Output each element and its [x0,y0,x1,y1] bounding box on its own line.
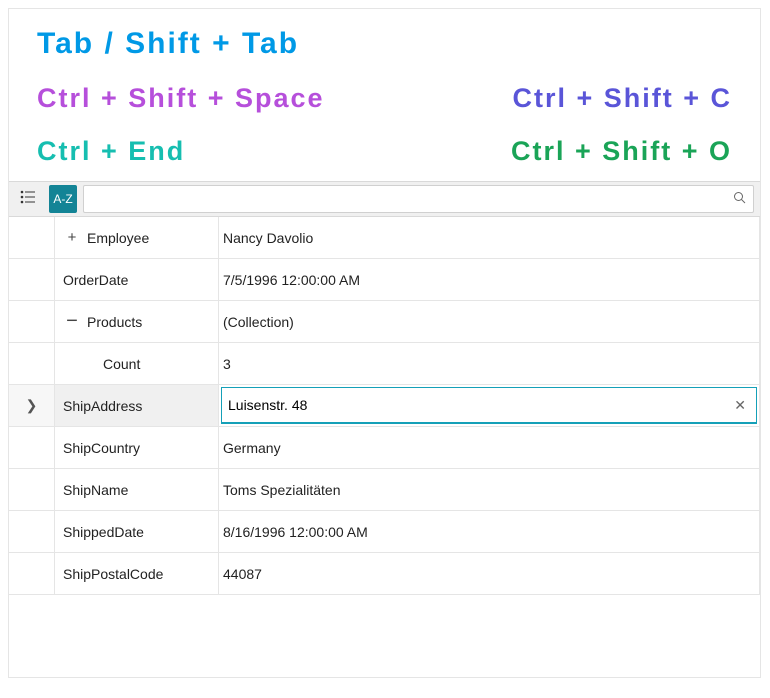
sort-az-label: A-Z [53,192,72,206]
label-text: ShipName [63,482,128,498]
property-value-input[interactable] [228,397,730,413]
plus-icon[interactable]: + [63,229,81,246]
row-gutter [9,511,55,553]
label-text: Employee [81,230,149,246]
property-value[interactable]: 3 [219,343,760,385]
hint-ctrl-shift-c: Ctrl + Shift + C [464,83,732,114]
row-gutter [9,301,55,343]
property-label[interactable]: ShipCountry [55,427,219,469]
property-value[interactable]: Toms Spezialitäten [219,469,760,511]
label-text: Count [103,356,140,372]
hint-ctrl-end: Ctrl + End [37,136,185,167]
hint-ctrl-shift-o: Ctrl + Shift + O [463,136,732,167]
property-value[interactable]: 7/5/1996 12:00:00 AM [219,259,760,301]
property-grid-toolbar: A-Z [9,181,760,217]
label-text: ShippedDate [63,524,144,540]
categorize-button[interactable] [9,185,47,213]
label-text: Products [81,314,142,330]
row-gutter [9,259,55,301]
sort-az-button[interactable]: A-Z [49,185,77,213]
search-icon[interactable] [725,191,753,207]
property-value[interactable]: Nancy Davolio [219,217,760,259]
property-label[interactable]: ShipPostalCode [55,553,219,595]
property-value-editing[interactable]: ✕ [219,385,760,427]
property-label[interactable]: ShippedDate [55,511,219,553]
clear-button[interactable]: ✕ [730,397,750,414]
hint-ctrl-shift-space: Ctrl + Shift + Space [37,83,325,114]
shortcut-hints: Tab / Shift + Tab Ctrl + Shift + Space C… [9,9,760,177]
label-text: ShipPostalCode [63,566,163,582]
property-value[interactable]: (Collection) [219,301,760,343]
property-grid: +Employee Nancy Davolio OrderDate 7/5/19… [9,217,760,595]
property-label[interactable]: −Products [55,301,219,343]
search-box[interactable] [83,185,754,213]
row-gutter [9,469,55,511]
row-gutter [9,427,55,469]
row-gutter: ❯ [9,385,55,427]
search-input[interactable] [84,191,725,207]
property-label[interactable]: +Employee [55,217,219,259]
label-text: OrderDate [63,272,128,288]
label-text: ShipCountry [63,440,140,456]
app-window: Tab / Shift + Tab Ctrl + Shift + Space C… [8,8,761,678]
list-icon [20,190,36,209]
property-label[interactable]: ShipName [55,469,219,511]
row-gutter [9,217,55,259]
property-value[interactable]: 8/16/1996 12:00:00 AM [219,511,760,553]
row-gutter [9,553,55,595]
property-value[interactable]: Germany [219,427,760,469]
chevron-right-icon: ❯ [26,397,38,414]
row-gutter [9,343,55,385]
hint-tab: Tab / Shift + Tab [37,27,299,61]
property-label[interactable]: ShipAddress [55,385,219,427]
minus-icon[interactable]: − [63,310,81,333]
property-value[interactable]: 44087 [219,553,760,595]
label-text: ShipAddress [63,398,142,414]
property-label[interactable]: OrderDate [55,259,219,301]
property-label[interactable]: Count [55,343,219,385]
